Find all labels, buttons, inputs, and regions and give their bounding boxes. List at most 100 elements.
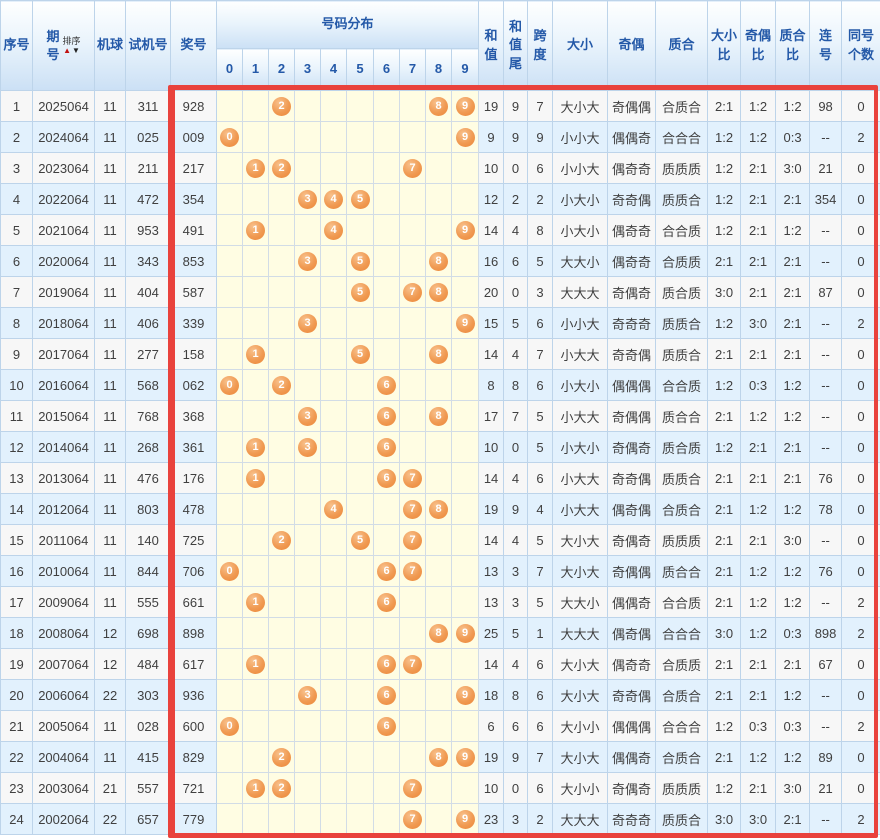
cell-span: 6 bbox=[528, 773, 553, 804]
cell-dist-3 bbox=[295, 494, 321, 525]
cell-size: 大大大 bbox=[553, 804, 608, 835]
cell-same-count: 0 bbox=[842, 91, 880, 122]
table-row: 32023064112112171271006小小大偶奇奇质质质1:22:13:… bbox=[1, 153, 880, 184]
cell-dist-6: 6 bbox=[374, 711, 400, 742]
cell-seq: 6 bbox=[1, 246, 33, 277]
cell-machine: 11 bbox=[95, 525, 126, 556]
cell-same-count: 0 bbox=[842, 370, 880, 401]
cell-dist-5 bbox=[347, 463, 374, 494]
cell-dist-6 bbox=[374, 91, 400, 122]
cell-dist-4 bbox=[321, 680, 347, 711]
cell-sum: 16 bbox=[479, 246, 504, 277]
cell-dist-7: 7 bbox=[400, 773, 426, 804]
cell-parity: 偶偶奇 bbox=[608, 587, 656, 618]
cell-prize: 853 bbox=[171, 246, 217, 277]
cell-dist-8 bbox=[426, 773, 452, 804]
cell-span: 3 bbox=[528, 277, 553, 308]
table-row: 142012064118034784781994小大大偶奇偶合质合2:11:21… bbox=[1, 494, 880, 525]
cell-dist-1 bbox=[243, 742, 269, 773]
cell-dist-0 bbox=[217, 742, 243, 773]
cell-dist-7 bbox=[400, 308, 426, 339]
cell-dist-7: 7 bbox=[400, 494, 426, 525]
cell-dist-8: 8 bbox=[426, 277, 452, 308]
cell-dist-1: 1 bbox=[243, 432, 269, 463]
cell-dist-8 bbox=[426, 587, 452, 618]
number-ball: 1 bbox=[246, 438, 265, 457]
cell-consecutive: -- bbox=[810, 308, 842, 339]
cell-dist-2 bbox=[269, 339, 295, 370]
cell-machine: 12 bbox=[95, 618, 126, 649]
cell-consecutive: 898 bbox=[810, 618, 842, 649]
cell-seq: 17 bbox=[1, 587, 33, 618]
cell-test-no: 953 bbox=[126, 215, 171, 246]
cell-test-no: 555 bbox=[126, 587, 171, 618]
cell-consecutive: 98 bbox=[810, 91, 842, 122]
cell-prize: 478 bbox=[171, 494, 217, 525]
header-parity-ratio-label: 奇偶比 bbox=[744, 27, 772, 63]
cell-dist-9 bbox=[452, 153, 479, 184]
number-ball: 6 bbox=[377, 376, 396, 395]
cell-prime: 质合质 bbox=[656, 432, 708, 463]
header-digit-4: 4 bbox=[321, 49, 347, 91]
cell-sum-tail: 9 bbox=[504, 122, 528, 153]
cell-dist-6 bbox=[374, 525, 400, 556]
number-ball: 8 bbox=[429, 407, 448, 426]
cell-parity-ratio: 3:0 bbox=[741, 308, 776, 339]
cell-dist-2 bbox=[269, 463, 295, 494]
cell-test-no: 844 bbox=[126, 556, 171, 587]
table-row: 152011064111407252571445大小大奇偶奇质质质2:12:13… bbox=[1, 525, 880, 556]
cell-parity: 偶奇奇 bbox=[608, 649, 656, 680]
cell-sum-tail: 7 bbox=[504, 401, 528, 432]
cell-dist-0: 0 bbox=[217, 556, 243, 587]
lottery-trend-table: 序号 期 号 排序 ▲ ▼ bbox=[0, 0, 880, 835]
number-ball: 7 bbox=[403, 810, 422, 829]
cell-dist-2 bbox=[269, 649, 295, 680]
cell-sum: 14 bbox=[479, 463, 504, 494]
cell-machine: 11 bbox=[95, 556, 126, 587]
cell-prize: 062 bbox=[171, 370, 217, 401]
cell-consecutive: 67 bbox=[810, 649, 842, 680]
sort-asc-icon[interactable]: ▲ bbox=[63, 47, 71, 55]
number-ball: 3 bbox=[298, 686, 317, 705]
cell-dist-1 bbox=[243, 277, 269, 308]
cell-span: 2 bbox=[528, 804, 553, 835]
cell-dist-5: 5 bbox=[347, 246, 374, 277]
cell-prize: 158 bbox=[171, 339, 217, 370]
cell-dist-1 bbox=[243, 618, 269, 649]
cell-consecutive: -- bbox=[810, 339, 842, 370]
cell-size: 小大小 bbox=[553, 215, 608, 246]
cell-span: 7 bbox=[528, 556, 553, 587]
cell-issue: 2007064 bbox=[33, 649, 95, 680]
sort-desc-icon[interactable]: ▼ bbox=[72, 47, 80, 55]
header-parity-label: 奇偶 bbox=[619, 37, 645, 52]
cell-dist-5 bbox=[347, 711, 374, 742]
cell-dist-3: 3 bbox=[295, 680, 321, 711]
cell-issue: 2002064 bbox=[33, 804, 95, 835]
sort-widget[interactable]: 排序 ▲ ▼ bbox=[63, 37, 81, 55]
cell-test-no: 484 bbox=[126, 649, 171, 680]
cell-dist-7 bbox=[400, 215, 426, 246]
number-ball: 7 bbox=[403, 283, 422, 302]
cell-same-count: 0 bbox=[842, 432, 880, 463]
cell-dist-4 bbox=[321, 308, 347, 339]
cell-dist-6: 6 bbox=[374, 432, 400, 463]
cell-issue: 2018064 bbox=[33, 308, 95, 339]
cell-prime-ratio: 1:2 bbox=[776, 680, 810, 711]
cell-dist-3: 3 bbox=[295, 246, 321, 277]
cell-dist-9: 9 bbox=[452, 122, 479, 153]
cell-test-no: 343 bbox=[126, 246, 171, 277]
cell-seq: 10 bbox=[1, 370, 33, 401]
cell-dist-0 bbox=[217, 773, 243, 804]
cell-dist-2 bbox=[269, 587, 295, 618]
cell-parity-ratio: 2:1 bbox=[741, 525, 776, 556]
cell-dist-6 bbox=[374, 804, 400, 835]
cell-machine: 11 bbox=[95, 308, 126, 339]
cell-dist-9 bbox=[452, 339, 479, 370]
cell-consecutive: -- bbox=[810, 432, 842, 463]
cell-same-count: 0 bbox=[842, 246, 880, 277]
header-digit-1: 1 bbox=[243, 49, 269, 91]
cell-dist-4 bbox=[321, 246, 347, 277]
cell-same-count: 0 bbox=[842, 742, 880, 773]
cell-machine: 22 bbox=[95, 680, 126, 711]
number-ball: 6 bbox=[377, 717, 396, 736]
